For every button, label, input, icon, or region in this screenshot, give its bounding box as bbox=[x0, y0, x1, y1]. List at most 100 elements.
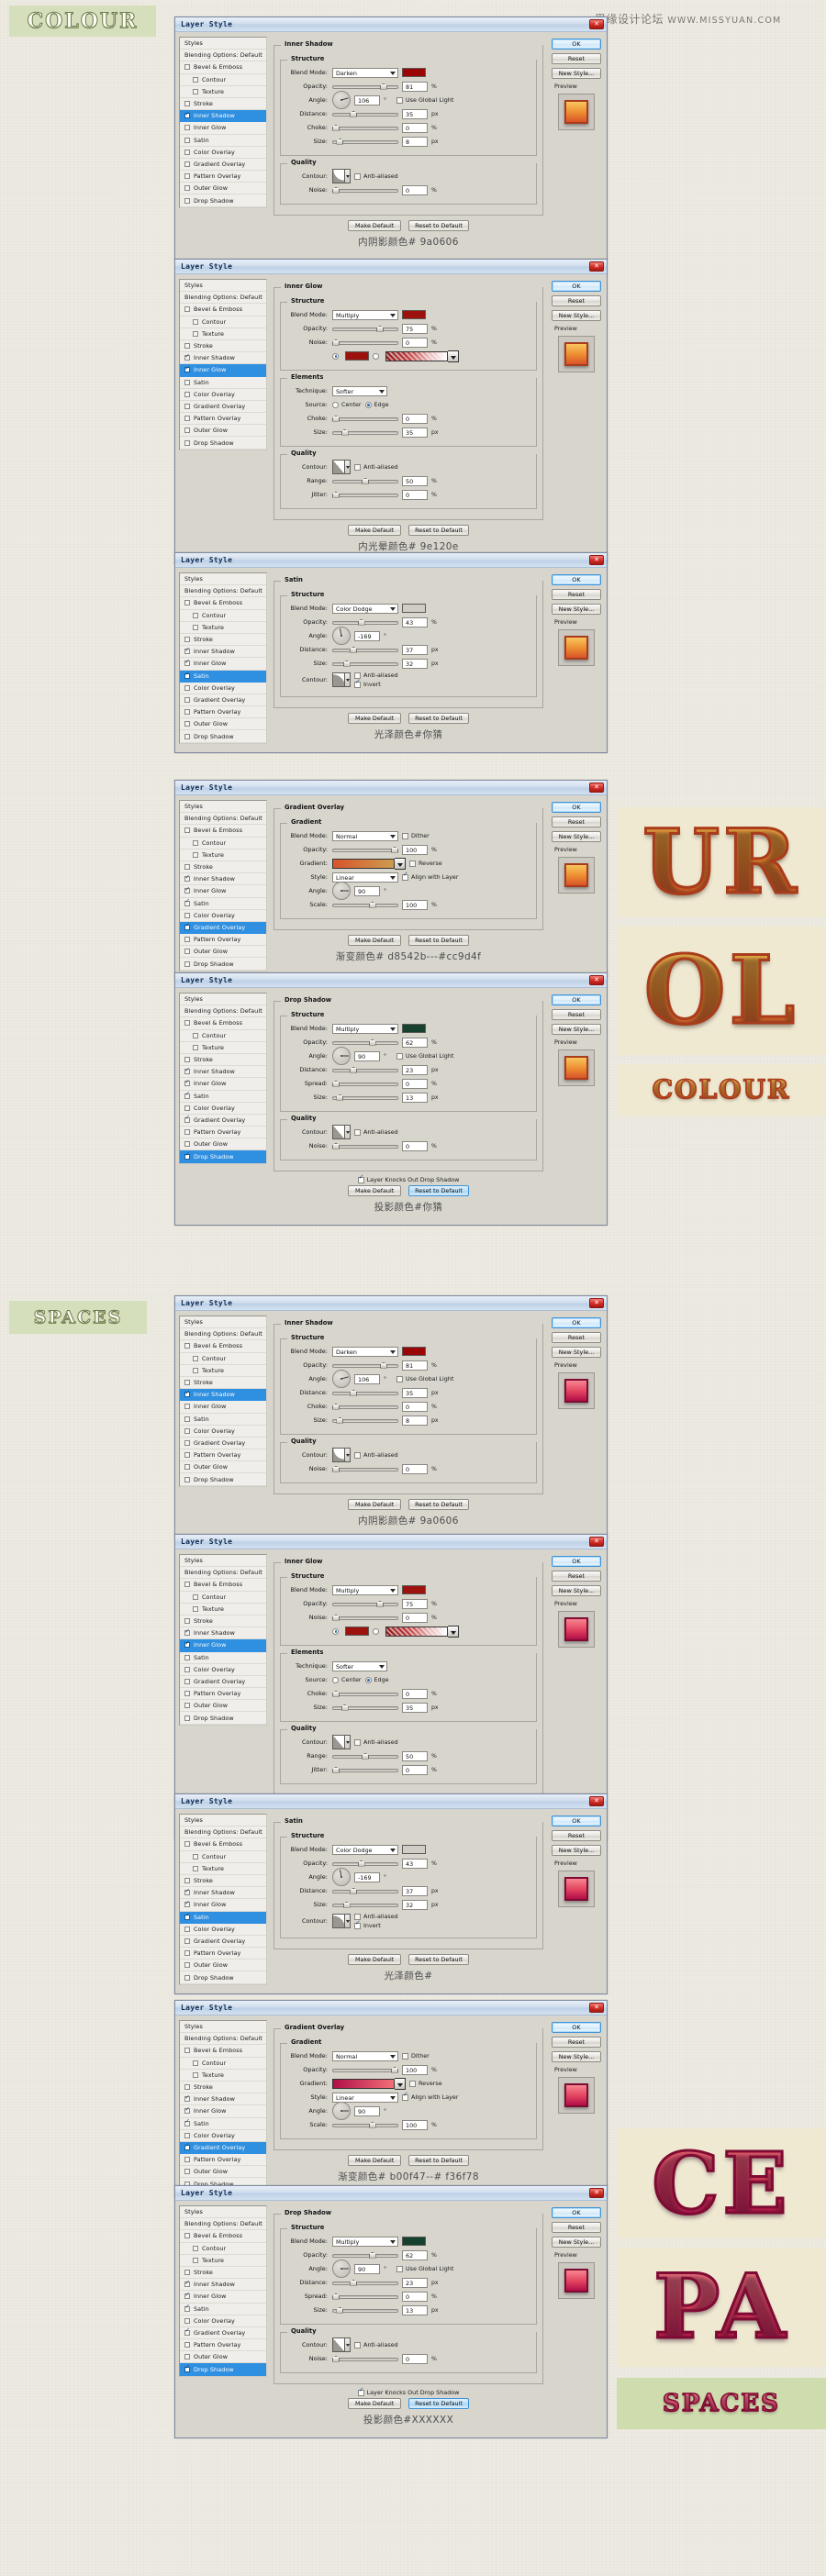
angle-value[interactable]: 90 bbox=[354, 2105, 380, 2116]
angle-dial[interactable] bbox=[332, 882, 351, 900]
glow-gradient-bar[interactable] bbox=[385, 350, 448, 361]
sidebar-item-color-overlay[interactable]: Color Overlay bbox=[180, 389, 266, 401]
checkbox-color-overlay[interactable] bbox=[184, 2317, 190, 2324]
sidebar-item-outer-glow[interactable]: Outer Glow bbox=[180, 1960, 266, 1972]
size-value[interactable]: 13 bbox=[402, 1092, 428, 1103]
sidebar-item-pattern-overlay[interactable]: Pattern Overlay bbox=[180, 1688, 266, 1701]
reset-to-default-button[interactable]: Reset to Default bbox=[408, 1185, 469, 1196]
slider-thumb[interactable] bbox=[376, 325, 384, 332]
slider-thumb[interactable] bbox=[342, 1901, 351, 1908]
opacity-value[interactable]: 81 bbox=[402, 1360, 428, 1371]
opacity-value[interactable]: 100 bbox=[402, 2064, 428, 2075]
slider-thumb[interactable] bbox=[340, 428, 349, 436]
color-swatch[interactable] bbox=[402, 1845, 426, 1854]
sidebar-item-gradient-overlay[interactable]: Gradient Overlay bbox=[180, 2141, 266, 2155]
checkbox-contour[interactable] bbox=[193, 1032, 198, 1038]
sidebar-item-inner-shadow[interactable]: Inner Shadow bbox=[180, 1887, 266, 1900]
slider-thumb[interactable] bbox=[336, 2306, 344, 2314]
sidebar-item-pattern-overlay[interactable]: Pattern Overlay bbox=[180, 1127, 266, 1139]
checkbox-inner-glow[interactable] bbox=[184, 365, 190, 373]
color-swatch[interactable] bbox=[402, 68, 426, 77]
checkbox-texture[interactable] bbox=[193, 624, 198, 630]
slider-thumb[interactable] bbox=[336, 138, 344, 145]
checkbox-bevel-emboss[interactable] bbox=[184, 306, 190, 313]
size-slider[interactable] bbox=[332, 428, 398, 437]
distance-value[interactable]: 37 bbox=[402, 1885, 428, 1896]
new-style-button[interactable]: New Style... bbox=[552, 831, 601, 842]
anti-aliased-checkbox[interactable]: Anti-aliased bbox=[354, 672, 398, 679]
color-swatch[interactable] bbox=[402, 310, 426, 319]
choke-slider[interactable] bbox=[332, 1403, 398, 1411]
checkbox-inner-shadow[interactable] bbox=[184, 353, 190, 361]
sidebar-item-blending-options[interactable]: Blending Options: Default bbox=[180, 1567, 266, 1580]
checkbox-stroke[interactable] bbox=[184, 343, 190, 350]
sidebar-item-outer-glow[interactable]: Outer Glow bbox=[180, 183, 266, 195]
gradient-picker[interactable] bbox=[332, 857, 406, 870]
size-value[interactable]: 35 bbox=[402, 427, 428, 438]
size-value[interactable]: 32 bbox=[402, 658, 428, 669]
sidebar-item-pattern-overlay[interactable]: Pattern Overlay bbox=[180, 413, 266, 426]
distance-slider[interactable] bbox=[332, 646, 398, 654]
checkbox-box[interactable] bbox=[396, 96, 403, 104]
preview-checkbox[interactable]: Preview bbox=[552, 1038, 603, 1046]
sidebar-item-bevel-emboss[interactable]: Bevel & Emboss bbox=[180, 1017, 266, 1030]
sidebar-item-texture[interactable]: Texture bbox=[180, 328, 266, 340]
sidebar-item-pattern-overlay[interactable]: Pattern Overlay bbox=[180, 706, 266, 719]
sidebar-item-inner-shadow[interactable]: Inner Shadow bbox=[180, 646, 266, 659]
sidebar-item-bevel-emboss[interactable]: Bevel & Emboss bbox=[180, 61, 266, 74]
radio-circle[interactable] bbox=[364, 1676, 372, 1683]
slider-thumb[interactable] bbox=[332, 186, 340, 194]
checkbox-outer-glow[interactable] bbox=[184, 721, 190, 727]
sidebar-item-texture[interactable]: Texture bbox=[180, 1365, 266, 1377]
slider-thumb[interactable] bbox=[391, 846, 398, 853]
checkbox-texture[interactable] bbox=[193, 1367, 198, 1373]
preview-checkbox[interactable]: Preview bbox=[552, 1600, 603, 1607]
ok-button[interactable]: OK bbox=[552, 281, 601, 292]
blend-mode-select[interactable]: Darken bbox=[332, 67, 398, 78]
checkbox-color-overlay[interactable] bbox=[184, 1427, 190, 1434]
styles-list[interactable]: Styles Blending Options: Default Bevel & E… bbox=[179, 993, 267, 1164]
sidebar-item-gradient-overlay[interactable]: Gradient Overlay bbox=[180, 921, 266, 935]
checkbox-texture[interactable] bbox=[193, 330, 198, 337]
sidebar-item-outer-glow[interactable]: Outer Glow bbox=[180, 1138, 266, 1151]
preview-checkbox[interactable]: Preview bbox=[552, 83, 603, 90]
make-default-button[interactable]: Make Default bbox=[348, 1499, 402, 1510]
dialog-titlebar[interactable]: Layer Style ✕ bbox=[175, 553, 607, 568]
checkbox-pattern-overlay[interactable] bbox=[184, 173, 190, 180]
sidebar-item-stroke[interactable]: Stroke bbox=[180, 2267, 266, 2280]
checkbox-box[interactable] bbox=[354, 172, 361, 180]
new-style-button[interactable]: New Style... bbox=[552, 2237, 601, 2248]
checkbox-gradient-overlay[interactable] bbox=[184, 1439, 190, 1446]
noise-slider[interactable] bbox=[332, 2355, 398, 2363]
make-default-button[interactable]: Make Default bbox=[348, 1185, 402, 1196]
noise-value[interactable]: 0 bbox=[402, 184, 428, 195]
sidebar-item-blending-options[interactable]: Blending Options: Default bbox=[180, 1328, 266, 1341]
dialog-titlebar[interactable]: Layer Style ✕ bbox=[175, 17, 607, 32]
sidebar-item-drop-shadow[interactable]: Drop Shadow bbox=[180, 1712, 266, 1725]
source-center-radio[interactable]: Center bbox=[332, 1676, 362, 1683]
reset-button[interactable]: Reset bbox=[552, 1571, 601, 1582]
reset-button[interactable]: Reset bbox=[552, 2222, 601, 2233]
close-icon[interactable]: ✕ bbox=[589, 2188, 604, 2198]
choke-slider[interactable] bbox=[332, 124, 398, 132]
choke-slider[interactable] bbox=[332, 1690, 398, 1698]
sidebar-item-gradient-overlay[interactable]: Gradient Overlay bbox=[180, 2327, 266, 2340]
checkbox-texture[interactable] bbox=[193, 851, 198, 858]
blend-mode-select[interactable]: Darken bbox=[332, 1346, 398, 1357]
checkbox-stroke[interactable] bbox=[184, 2270, 190, 2276]
sidebar-item-drop-shadow[interactable]: Drop Shadow bbox=[180, 1473, 266, 1486]
sidebar-item-bevel-emboss[interactable]: Bevel & Emboss bbox=[180, 1838, 266, 1851]
sidebar-item-outer-glow[interactable]: Outer Glow bbox=[180, 946, 266, 959]
checkbox-bevel-emboss[interactable] bbox=[184, 1343, 190, 1349]
checkbox-texture[interactable] bbox=[193, 1044, 198, 1050]
sidebar-item-texture[interactable]: Texture bbox=[180, 1604, 266, 1616]
gradient-bar[interactable] bbox=[332, 2078, 395, 2089]
checkbox-stroke[interactable] bbox=[184, 637, 190, 643]
color-swatch[interactable] bbox=[402, 2237, 426, 2246]
sidebar-item-stroke[interactable]: Stroke bbox=[180, 634, 266, 647]
ok-button[interactable]: OK bbox=[552, 39, 601, 50]
checkbox-pattern-overlay[interactable] bbox=[184, 2157, 190, 2163]
glow-gradient-radio[interactable] bbox=[373, 352, 382, 360]
sidebar-item-inner-glow[interactable]: Inner Glow bbox=[180, 2105, 266, 2118]
sidebar-item-outer-glow[interactable]: Outer Glow bbox=[180, 425, 266, 438]
